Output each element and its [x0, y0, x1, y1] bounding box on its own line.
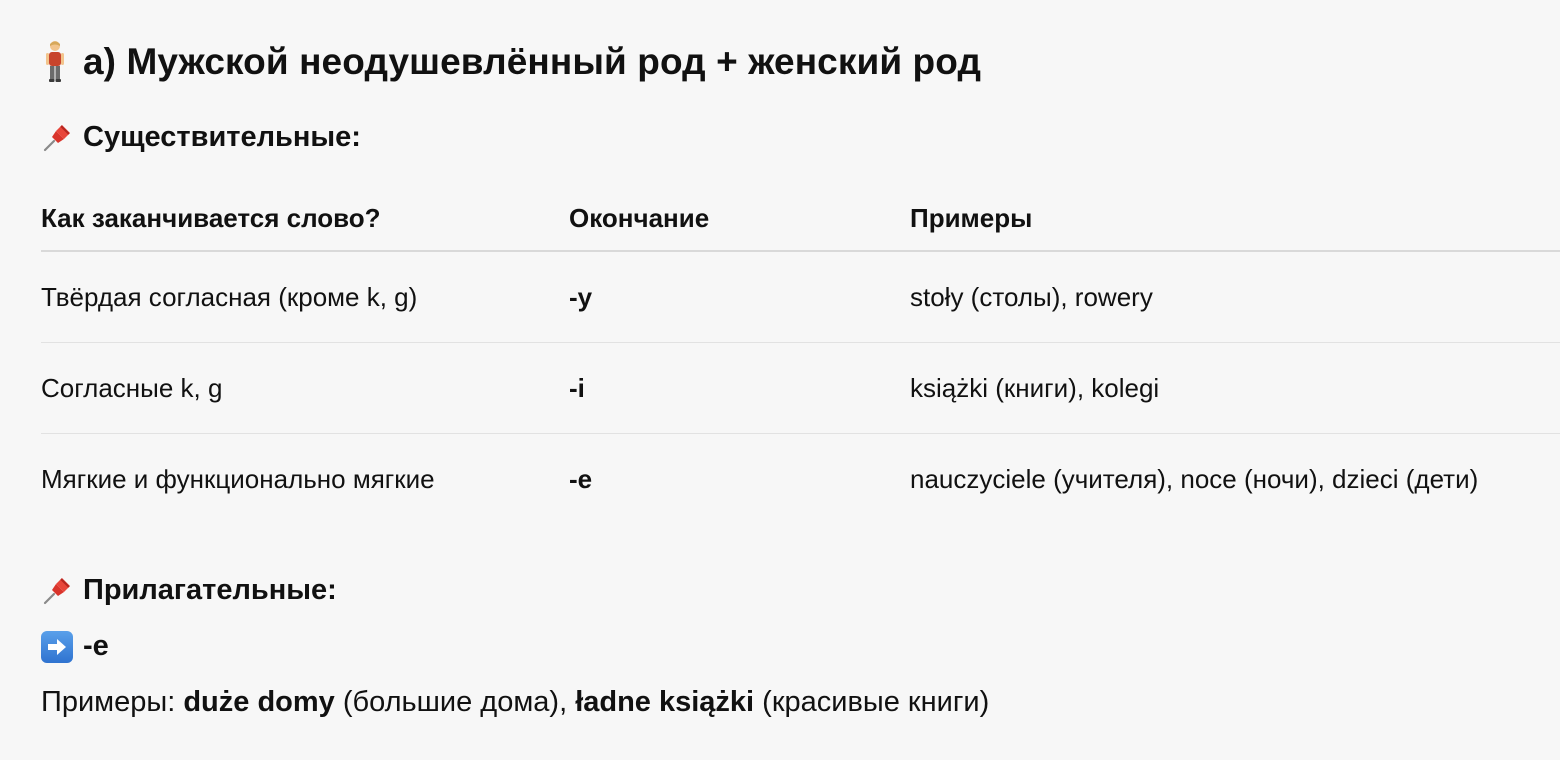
header-ending: Окончание [569, 203, 710, 233]
cell-examples: nauczyciele (учителя), noce (ночи), dzie… [910, 464, 1479, 494]
examples-prefix: Примеры: [41, 686, 184, 718]
example-1-polish: duże domy [183, 686, 335, 718]
header-word-ending: Как заканчивается слово? [41, 203, 381, 233]
adjectives-heading-text: Прилагательные: [83, 574, 337, 606]
example-2-polish: ładne książki [575, 686, 755, 718]
nouns-table: Как заканчивается слово? Окончание Приме… [41, 188, 1560, 524]
pushpin-icon [41, 575, 73, 607]
cell-ending: -e [569, 464, 593, 494]
page: а) Мужской неодушевлённый род + женский … [41, 0, 1560, 760]
example-1-translation: (большие дома), [334, 686, 576, 718]
table-row: Твёрдая согласная (кроме k, g) -y stoły … [41, 252, 1560, 343]
cell-examples: stoły (столы), rowery [910, 282, 1153, 312]
header-examples: Примеры [910, 203, 1033, 233]
cell-ending: -y [569, 282, 593, 312]
cell-word-ending: Согласные k, g [41, 373, 223, 403]
pushpin-icon [41, 122, 73, 154]
table-row: Согласные k, g -i książki (книги), koleg… [41, 343, 1560, 434]
adjective-ending-line: -e [41, 630, 109, 663]
right-arrow-icon [41, 630, 73, 663]
adjective-examples: Примеры: duże domy (большие дома), ładne… [41, 686, 989, 719]
table-row: Мягкие и функционально мягкие -e nauczyc… [41, 434, 1560, 524]
nouns-heading: Существительные: [41, 121, 361, 154]
person-standing-icon [41, 40, 69, 84]
example-2-translation: (красивые книги) [754, 686, 990, 718]
nouns-heading-text: Существительные: [83, 121, 361, 153]
cell-examples: książki (книги), kolegi [910, 373, 1160, 403]
adjectives-heading: Прилагательные: [41, 574, 337, 607]
section-heading: а) Мужской неодушевлённый род + женский … [41, 40, 981, 84]
cell-ending: -i [569, 373, 585, 403]
adjective-ending: -e [83, 630, 109, 662]
cell-word-ending: Мягкие и функционально мягкие [41, 464, 435, 494]
table-header-row: Как заканчивается слово? Окончание Приме… [41, 188, 1560, 252]
section-heading-text: а) Мужской неодушевлённый род + женский … [83, 41, 982, 82]
cell-word-ending: Твёрдая согласная (кроме k, g) [41, 282, 418, 312]
